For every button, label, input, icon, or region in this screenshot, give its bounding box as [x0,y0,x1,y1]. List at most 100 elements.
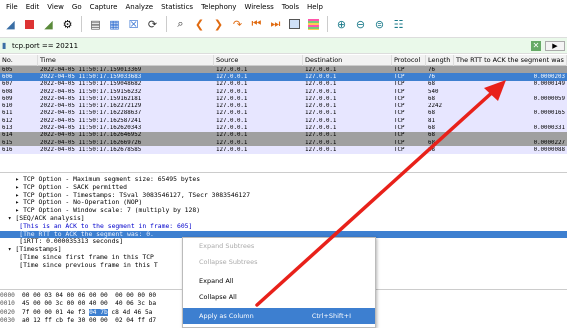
column-header-time[interactable]: Time [38,55,214,66]
packet-cell-src: 127.0.0.1 [216,110,248,117]
column-header-protocol[interactable]: Protocol [392,55,426,66]
menu-edit[interactable]: Edit [22,3,44,11]
menu-analyze[interactable]: Analyze [121,3,157,11]
zoom-reset-icon[interactable]: ⊜ [372,17,387,32]
packet-cell-rtt: 0.0000203 [533,73,565,80]
packet-cell-src: 127.0.0.1 [216,125,248,132]
menu-capture[interactable]: Capture [86,3,122,11]
packet-row[interactable]: 615 2022-04-05 11:50:17.162669726 127.0.0.… [0,138,567,147]
packet-row[interactable]: 608 2022-04-05 11:50:17.159156232 127.0.0.… [0,87,567,96]
hex-bytes-selected[interactable]: 04 7b [89,308,108,316]
detail-tree-item[interactable]: ▸ TCP Option - Window scale: 7 (multiply… [0,206,567,215]
packet-cell-dst: 127.0.0.1 [305,95,337,102]
context-menu: Expand Subtrees Collapse Subtrees Expand A… [182,237,376,328]
find-icon[interactable]: ⌕ [173,17,188,32]
menu-wireless[interactable]: Wireless [240,3,277,11]
packet-cell-rtt: 0.0000331 [533,125,565,132]
reload-icon[interactable]: ⟳ [145,17,160,32]
packet-row[interactable]: 611 2022-04-05 11:50:17.162288637 127.0.0.… [0,109,567,118]
colorize-icon[interactable] [306,17,321,32]
open-file-icon[interactable]: ▤ [88,17,103,32]
go-back-icon[interactable]: ❮ [192,17,207,32]
hex-bytes[interactable]: 45 00 00 3c 00 00 40 00 40 06 3c ba [22,300,156,307]
packet-cell-no: 606 [2,73,13,80]
packet-row[interactable]: 616 2022-04-05 11:50:17.162678585 127.0.0.… [0,146,567,154]
display-filter-bar: ▮ tcp.port == 20211 ✕ ▶ [0,37,567,54]
column-header-source[interactable]: Source [214,55,303,66]
packet-cell-no: 615 [2,139,13,146]
go-forward-icon[interactable]: ❯ [211,17,226,32]
menu-item-apply-as-filter[interactable]: Apply as Filter▸ [183,324,375,328]
autoscroll-icon[interactable] [287,17,302,32]
resize-columns-icon[interactable]: ☷ [391,17,406,32]
shark-fin-restart-icon[interactable]: ◢ [41,17,56,32]
hex-bytes[interactable]: 00 00 03 04 00 06 00 00 00 00 00 00 [22,292,156,299]
menu-item-apply-as-column[interactable]: Apply as Column Ctrl+Shift+I [183,308,375,324]
packet-row[interactable]: 614 2022-04-05 11:50:17.162646952 127.0.0.… [0,131,567,139]
menu-item-collapse-all[interactable]: Collapse All [183,289,375,305]
packet-cell-len: 68 [428,81,435,88]
packet-cell-no: 613 [2,125,13,132]
packet-cell-time: 2022-04-05 11:50:17.162678585 [40,146,142,153]
hex-bytes[interactable]: a0 12 ff cb fe 30 00 00 02 04 ff d7 [22,317,156,324]
packet-cell-time: 2022-04-05 11:50:17.159013369 [40,66,142,73]
close-file-icon[interactable]: ☒ [126,17,141,32]
menu-item-collapse-subtrees: Collapse Subtrees [183,254,375,270]
menu-view[interactable]: View [43,3,68,11]
column-header-destination[interactable]: Destination [303,55,392,66]
menu-help[interactable]: Help [303,3,327,11]
packet-cell-src: 127.0.0.1 [216,66,248,73]
gear-options-icon[interactable]: ⚙ [60,17,75,32]
packet-row[interactable]: 610 2022-04-05 11:50:17.162272129 127.0.0.… [0,102,567,110]
menu-go[interactable]: Go [68,3,86,11]
packet-row[interactable]: 605 2022-04-05 11:50:17.159013369 127.0.0.… [0,66,567,74]
save-file-icon[interactable]: ▦ [107,17,122,32]
packet-cell-src: 127.0.0.1 [216,146,248,153]
packet-cell-len: 81 [428,117,435,124]
toolbar-separator [81,16,82,32]
main-toolbar: ◢ ◢ ⚙ ▤ ▦ ☒ ⟳ ⌕ ❮ ❯ ↷ ⏮ ⏭ ⊕ ⊖ ⊜ ☷ [0,13,567,35]
packet-cell-len: 68 [428,146,435,153]
column-header-rtt[interactable]: The RTT to ACK the segment was [454,55,567,66]
packet-row[interactable]: 613 2022-04-05 11:50:17.162620343 127.0.0.… [0,124,567,132]
hex-bytes[interactable]: 7f 00 00 01 4e f3 [22,309,89,316]
packet-cell-no: 610 [2,103,13,110]
packet-cell-time: 2022-04-05 11:50:17.162646952 [40,132,142,139]
packet-row[interactable]: 612 2022-04-05 11:50:17.162587241 127.0.0.… [0,117,567,125]
zoom-in-icon[interactable]: ⊕ [334,17,349,32]
display-filter-input[interactable]: tcp.port == 20211 [12,42,531,50]
packet-row[interactable]: 606 2022-04-05 11:50:17.159033683 127.0.0.… [0,73,567,81]
packet-cell-src: 127.0.0.1 [216,139,248,146]
menu-item-shortcut: Ctrl+Shift+I [311,312,351,320]
menu-telephony[interactable]: Telephony [197,3,240,11]
menu-file[interactable]: File [2,3,22,11]
go-to-packet-icon[interactable]: ↷ [230,17,245,32]
go-first-icon[interactable]: ⏮ [249,17,264,32]
column-header-length[interactable]: Length [426,55,454,66]
packet-cell-rtt: 0.0000059 [533,95,565,102]
packet-row[interactable]: 607 2022-04-05 11:50:17.159048682 127.0.0.… [0,80,567,88]
packet-cell-time: 2022-04-05 11:50:17.159033683 [40,73,142,80]
menu-item-label: Apply as Column [199,312,254,320]
apply-filter-arrow-icon[interactable]: ▶ [545,40,565,51]
bookmark-icon[interactable]: ▮ [0,41,12,50]
menu-statistics[interactable]: Statistics [157,3,197,11]
zoom-out-icon[interactable]: ⊖ [353,17,368,32]
go-last-icon[interactable]: ⏭ [268,17,283,32]
menu-item-expand-all[interactable]: Expand All [183,273,375,289]
packet-cell-len: 68 [428,125,435,132]
toolbar-separator [327,16,328,32]
menu-tools[interactable]: Tools [278,3,303,11]
clear-filter-icon[interactable]: ✕ [531,40,541,51]
packet-cell-time: 2022-04-05 11:50:17.162669726 [40,139,142,146]
packet-cell-src: 127.0.0.1 [216,88,248,95]
stop-square-icon[interactable] [22,17,37,32]
hex-bytes[interactable]: c8 4d 46 5a [108,309,152,316]
packet-row[interactable]: 609 2022-04-05 11:50:17.159162181 127.0.0.… [0,95,567,103]
shark-fin-start-icon[interactable]: ◢ [3,17,18,32]
packet-cell-rtt: 0.0000149 [533,81,565,88]
packet-cell-len: 68 [428,139,435,146]
column-header-no[interactable]: No. [0,55,38,66]
packet-cell-no: 609 [2,95,13,102]
hex-offset: 0030 [0,317,15,325]
